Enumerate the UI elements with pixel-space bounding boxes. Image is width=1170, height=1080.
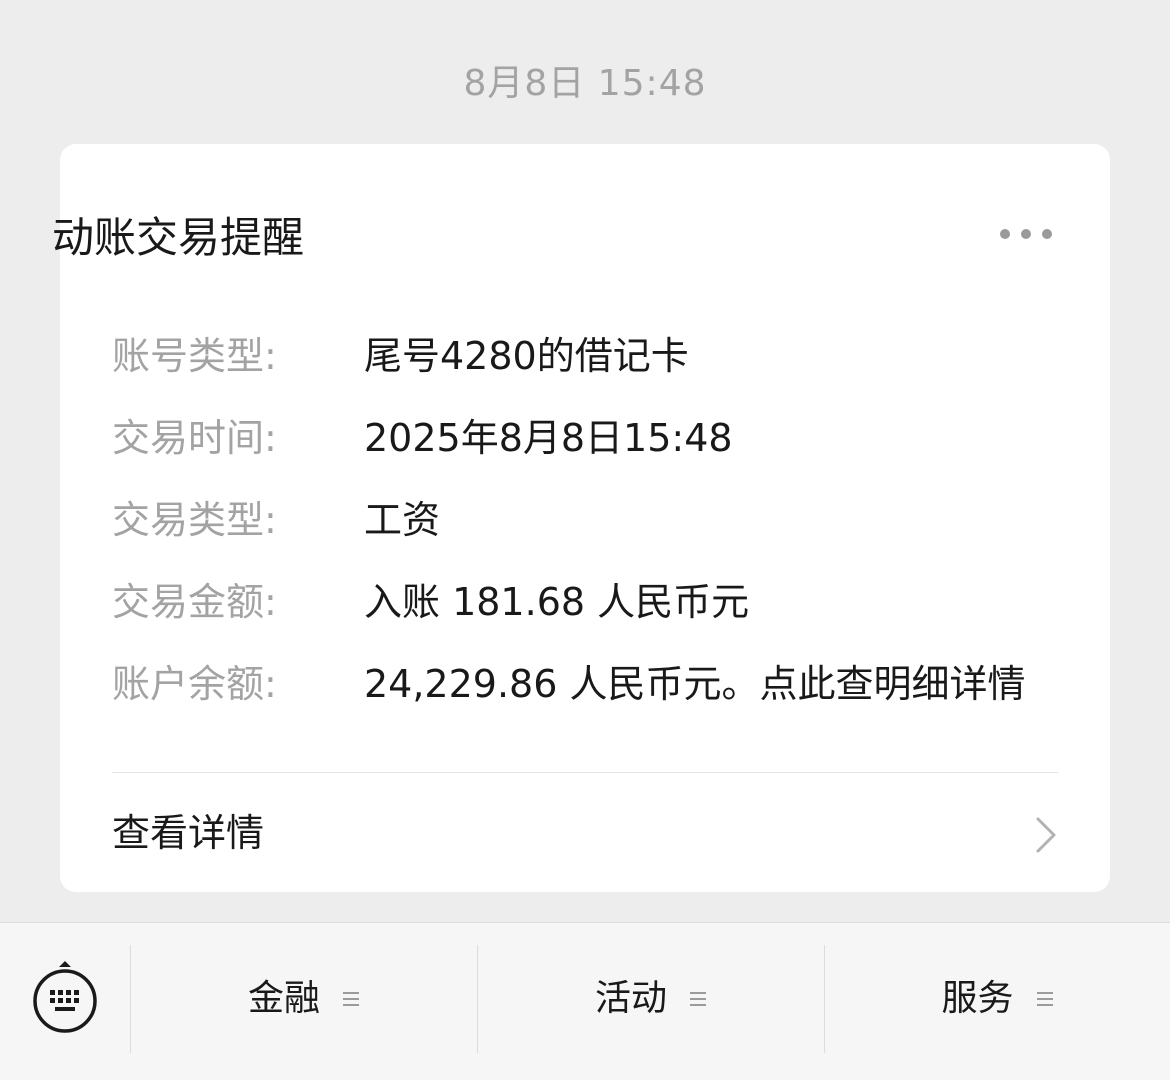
- menu-item-label: 金融: [247, 978, 320, 1019]
- view-details-label: 查看详情: [112, 811, 265, 855]
- more-dot: [1021, 229, 1031, 239]
- card-title: 动账交易提醒: [52, 213, 305, 262]
- view-details-link[interactable]: 查看详情: [112, 804, 1058, 864]
- more-button[interactable]: [996, 218, 1056, 250]
- card-divider: [112, 772, 1058, 773]
- keyboard-icon[interactable]: [28, 961, 102, 1035]
- field-label: 交易时间:: [112, 416, 277, 460]
- submenu-lines-icon: [343, 992, 359, 1006]
- field-label: 交易金额:: [112, 580, 277, 624]
- menu-item-label: 活动: [594, 978, 667, 1019]
- menu-item-label: 服务: [941, 978, 1014, 1019]
- more-dot: [1042, 229, 1052, 239]
- menu-item-activities[interactable]: 活动: [478, 963, 824, 1035]
- bottom-menu-bar: 金融 活动 服务: [0, 922, 1170, 1080]
- field-label: 账号类型:: [112, 334, 277, 378]
- field-value: 尾号4280的借记卡: [364, 334, 689, 378]
- submenu-lines-icon: [690, 992, 706, 1006]
- menu-item-services[interactable]: 服务: [825, 963, 1170, 1035]
- balance-detail-link[interactable]: 24,229.86 人民币元。点此查明细详情: [364, 656, 1025, 712]
- field-value: 工资: [364, 498, 441, 542]
- menu-item-finance[interactable]: 金融: [131, 963, 477, 1035]
- chevron-right-icon: [1036, 817, 1056, 853]
- message-timestamp: 8月8日 15:48: [463, 63, 707, 104]
- submenu-lines-icon: [1036, 992, 1053, 1006]
- field-value: 2025年8月8日15:48: [364, 416, 733, 460]
- field-label: 交易类型:: [112, 498, 277, 542]
- field-label: 账户余额:: [112, 662, 277, 706]
- field-value: 入账 181.68 人民币元: [364, 580, 750, 624]
- more-dots-icon: [1000, 229, 1010, 239]
